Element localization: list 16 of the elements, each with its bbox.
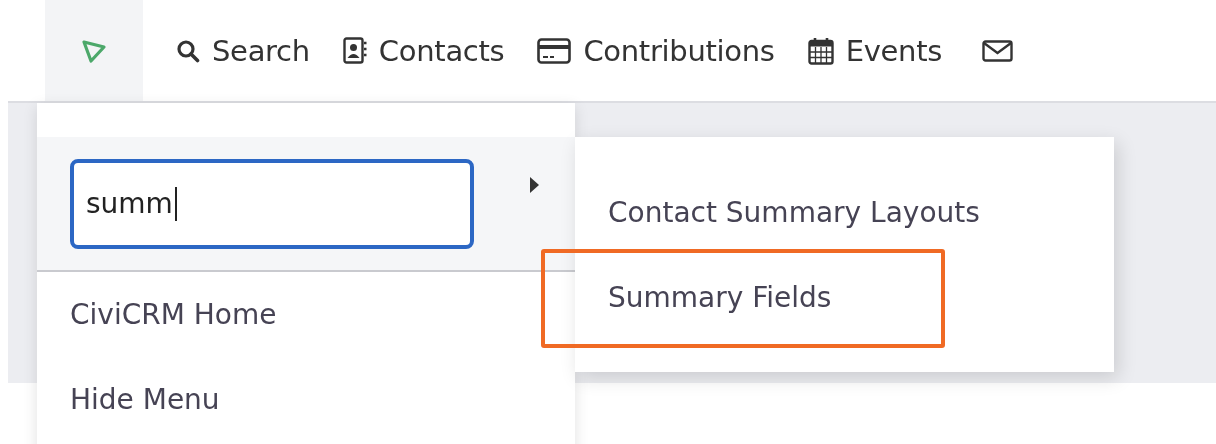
- submenu-item[interactable]: Summary Fields: [608, 281, 832, 314]
- contacts-menu[interactable]: Contacts: [342, 20, 505, 81]
- credit-card-icon: [537, 37, 572, 64]
- search-icon: [176, 38, 200, 63]
- text-cursor: [174, 186, 177, 221]
- contributions-menu[interactable]: Contributions: [537, 20, 775, 81]
- calendar-icon: [807, 36, 834, 65]
- events-menu[interactable]: Events: [807, 20, 943, 81]
- address-card-icon: [342, 37, 367, 64]
- menu-search-field[interactable]: summ: [70, 158, 474, 249]
- triangle-logo-icon: [81, 37, 107, 64]
- search-menu[interactable]: Search: [176, 20, 310, 81]
- menu-item[interactable]: CiviCRM Home: [37, 272, 575, 357]
- menu-item[interactable]: Hide Menu: [37, 357, 575, 442]
- envelope-icon: [982, 39, 1014, 62]
- submenu-item[interactable]: Contact Summary Layouts: [608, 196, 980, 229]
